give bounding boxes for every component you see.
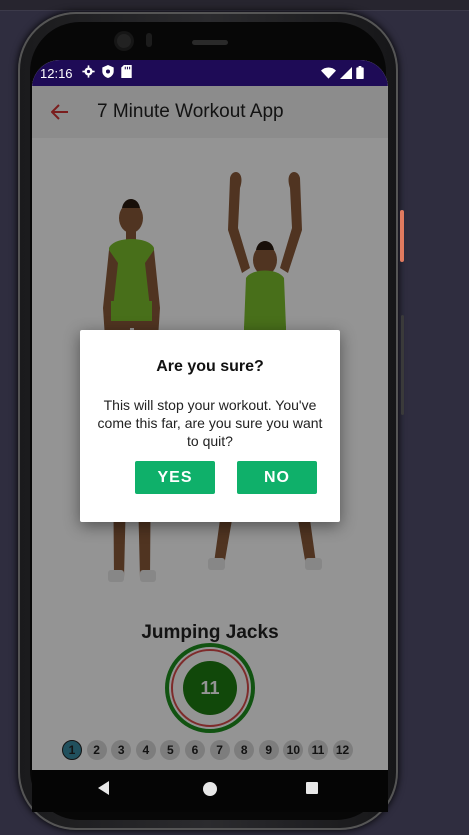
front-camera-icon <box>117 34 131 48</box>
recents-square-icon[interactable] <box>306 782 318 794</box>
signal-icon <box>340 66 352 79</box>
status-icons-left <box>82 65 132 78</box>
status-bar: 12:16 <box>32 60 388 86</box>
gear-icon <box>82 65 95 78</box>
system-nav-bar <box>32 770 388 812</box>
dialog-title: Are you sure? <box>156 358 264 375</box>
power-button[interactable] <box>400 210 404 262</box>
status-icons-right <box>321 66 364 79</box>
proximity-sensor <box>146 33 152 47</box>
dialog-message: This will stop your workout. You've come… <box>97 397 323 449</box>
host-window-edge <box>0 0 469 11</box>
quit-confirm-dialog: Are you sure? This will stop your workou… <box>80 330 340 522</box>
shield-icon <box>102 65 114 78</box>
sd-card-icon <box>121 65 132 78</box>
wifi-icon <box>321 66 336 79</box>
home-circle-icon[interactable] <box>203 782 217 796</box>
volume-button[interactable] <box>401 315 404 415</box>
status-time: 12:16 <box>40 66 73 81</box>
no-button[interactable]: NO <box>237 461 317 494</box>
yes-button[interactable]: YES <box>135 461 215 494</box>
speaker-grille <box>192 40 228 45</box>
app-screen: 12:16 7 Minute Workout App Jumping Jacks… <box>32 60 388 770</box>
back-triangle-icon[interactable] <box>98 781 109 795</box>
battery-icon <box>356 66 364 79</box>
